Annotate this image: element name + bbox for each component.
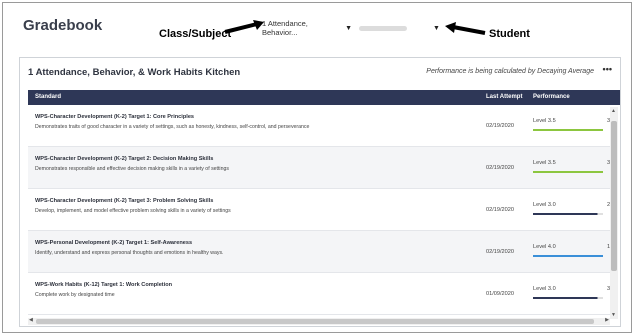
standard-description: Complete work by designated time — [35, 292, 115, 298]
card-title: 1 Attendance, Behavior, & Work Habits Ki… — [28, 67, 241, 78]
gradebook-card: 1 Attendance, Behavior, & Work Habits Ki… — [19, 57, 621, 327]
vertical-scrollbar[interactable]: ▲ ▼ — [610, 107, 618, 319]
last-attempt-date: 02/19/2020 — [486, 165, 514, 171]
class-select-value: 1 Attendance, Behavior... — [262, 19, 308, 37]
column-last-attempt[interactable]: Last Attempt — [486, 94, 522, 100]
horizontal-scrollbar[interactable]: ◀ ▶ — [28, 317, 610, 325]
last-attempt-date: 01/09/2020 — [486, 291, 514, 297]
performance-level: Level 3.5 — [533, 118, 556, 124]
standard-title: WPS-Character Development (K-2) Target 3… — [35, 198, 214, 204]
scroll-right-icon[interactable]: ▶ — [605, 317, 609, 323]
standard-title: WPS-Personal Development (K-2) Target 1:… — [35, 240, 193, 246]
performance-bar — [533, 255, 603, 257]
standard-description: Demonstrates responsible and effective d… — [35, 166, 229, 172]
column-standard[interactable]: Standard — [35, 94, 61, 100]
student-select-value — [359, 25, 407, 31]
more-options-icon[interactable]: ••• — [603, 64, 612, 74]
class-subject-annotation: Class/Subject — [159, 28, 232, 40]
chevron-down-icon: ▼ — [433, 24, 440, 32]
performance-level: Level 3.0 — [533, 286, 556, 292]
chevron-down-icon: ▼ — [345, 24, 352, 32]
last-attempt-date: 02/19/2020 — [486, 207, 514, 213]
column-performance[interactable]: Performance — [533, 94, 570, 100]
scroll-up-icon[interactable]: ▲ — [611, 108, 616, 114]
performance-bar — [533, 297, 603, 299]
table-row[interactable]: WPS-Character Development (K-2) Target 1… — [28, 105, 612, 147]
class-subject-select[interactable]: 1 Attendance, Behavior... ▼ — [262, 19, 352, 37]
performance-bar — [533, 213, 603, 215]
performance-bar — [533, 129, 603, 131]
table-row[interactable]: WPS-Personal Development (K-2) Target 1:… — [28, 231, 612, 273]
standard-title: WPS-Work Habits (K-12) Target 1: Work Co… — [35, 282, 173, 288]
horizontal-scroll-thumb[interactable] — [36, 319, 594, 324]
vertical-scroll-thumb[interactable] — [611, 121, 617, 271]
student-arrow-icon — [445, 22, 486, 35]
calculation-note: Performance is being calculated by Decay… — [426, 68, 594, 75]
table-row[interactable]: WPS-Work Habits (K-12) Target 1: Work Co… — [28, 273, 612, 315]
performance-level: Level 4.0 — [533, 244, 556, 250]
scroll-down-icon[interactable]: ▼ — [611, 312, 616, 318]
gradebook-window: Gradebook Class/Subject 1 Attendance, Be… — [2, 2, 632, 333]
table-header: Standard Last Attempt Performance — [28, 90, 620, 105]
last-attempt-date: 02/19/2020 — [486, 123, 514, 129]
page-title: Gradebook — [23, 17, 103, 34]
table-row[interactable]: WPS-Character Development (K-2) Target 3… — [28, 189, 612, 231]
standard-title: WPS-Character Development (K-2) Target 1… — [35, 114, 195, 120]
student-annotation: Student — [489, 28, 530, 40]
scroll-left-icon[interactable]: ◀ — [29, 317, 33, 323]
standard-description: Identify, understand and express persona… — [35, 250, 224, 256]
table-row[interactable]: WPS-Character Development (K-2) Target 2… — [28, 147, 612, 189]
performance-bar — [533, 171, 603, 173]
performance-level: Level 3.5 — [533, 160, 556, 166]
standard-title: WPS-Character Development (K-2) Target 2… — [35, 156, 214, 162]
standard-description: Develop, implement, and model effective … — [35, 208, 231, 214]
standards-table: WPS-Character Development (K-2) Target 1… — [28, 105, 612, 318]
last-attempt-date: 02/19/2020 — [486, 249, 514, 255]
student-select[interactable]: ▼ — [359, 19, 445, 37]
class-arrow-icon — [224, 20, 264, 34]
performance-level: Level 3.0 — [533, 202, 556, 208]
standard-description: Demonstrates traits of good character in… — [35, 124, 310, 130]
